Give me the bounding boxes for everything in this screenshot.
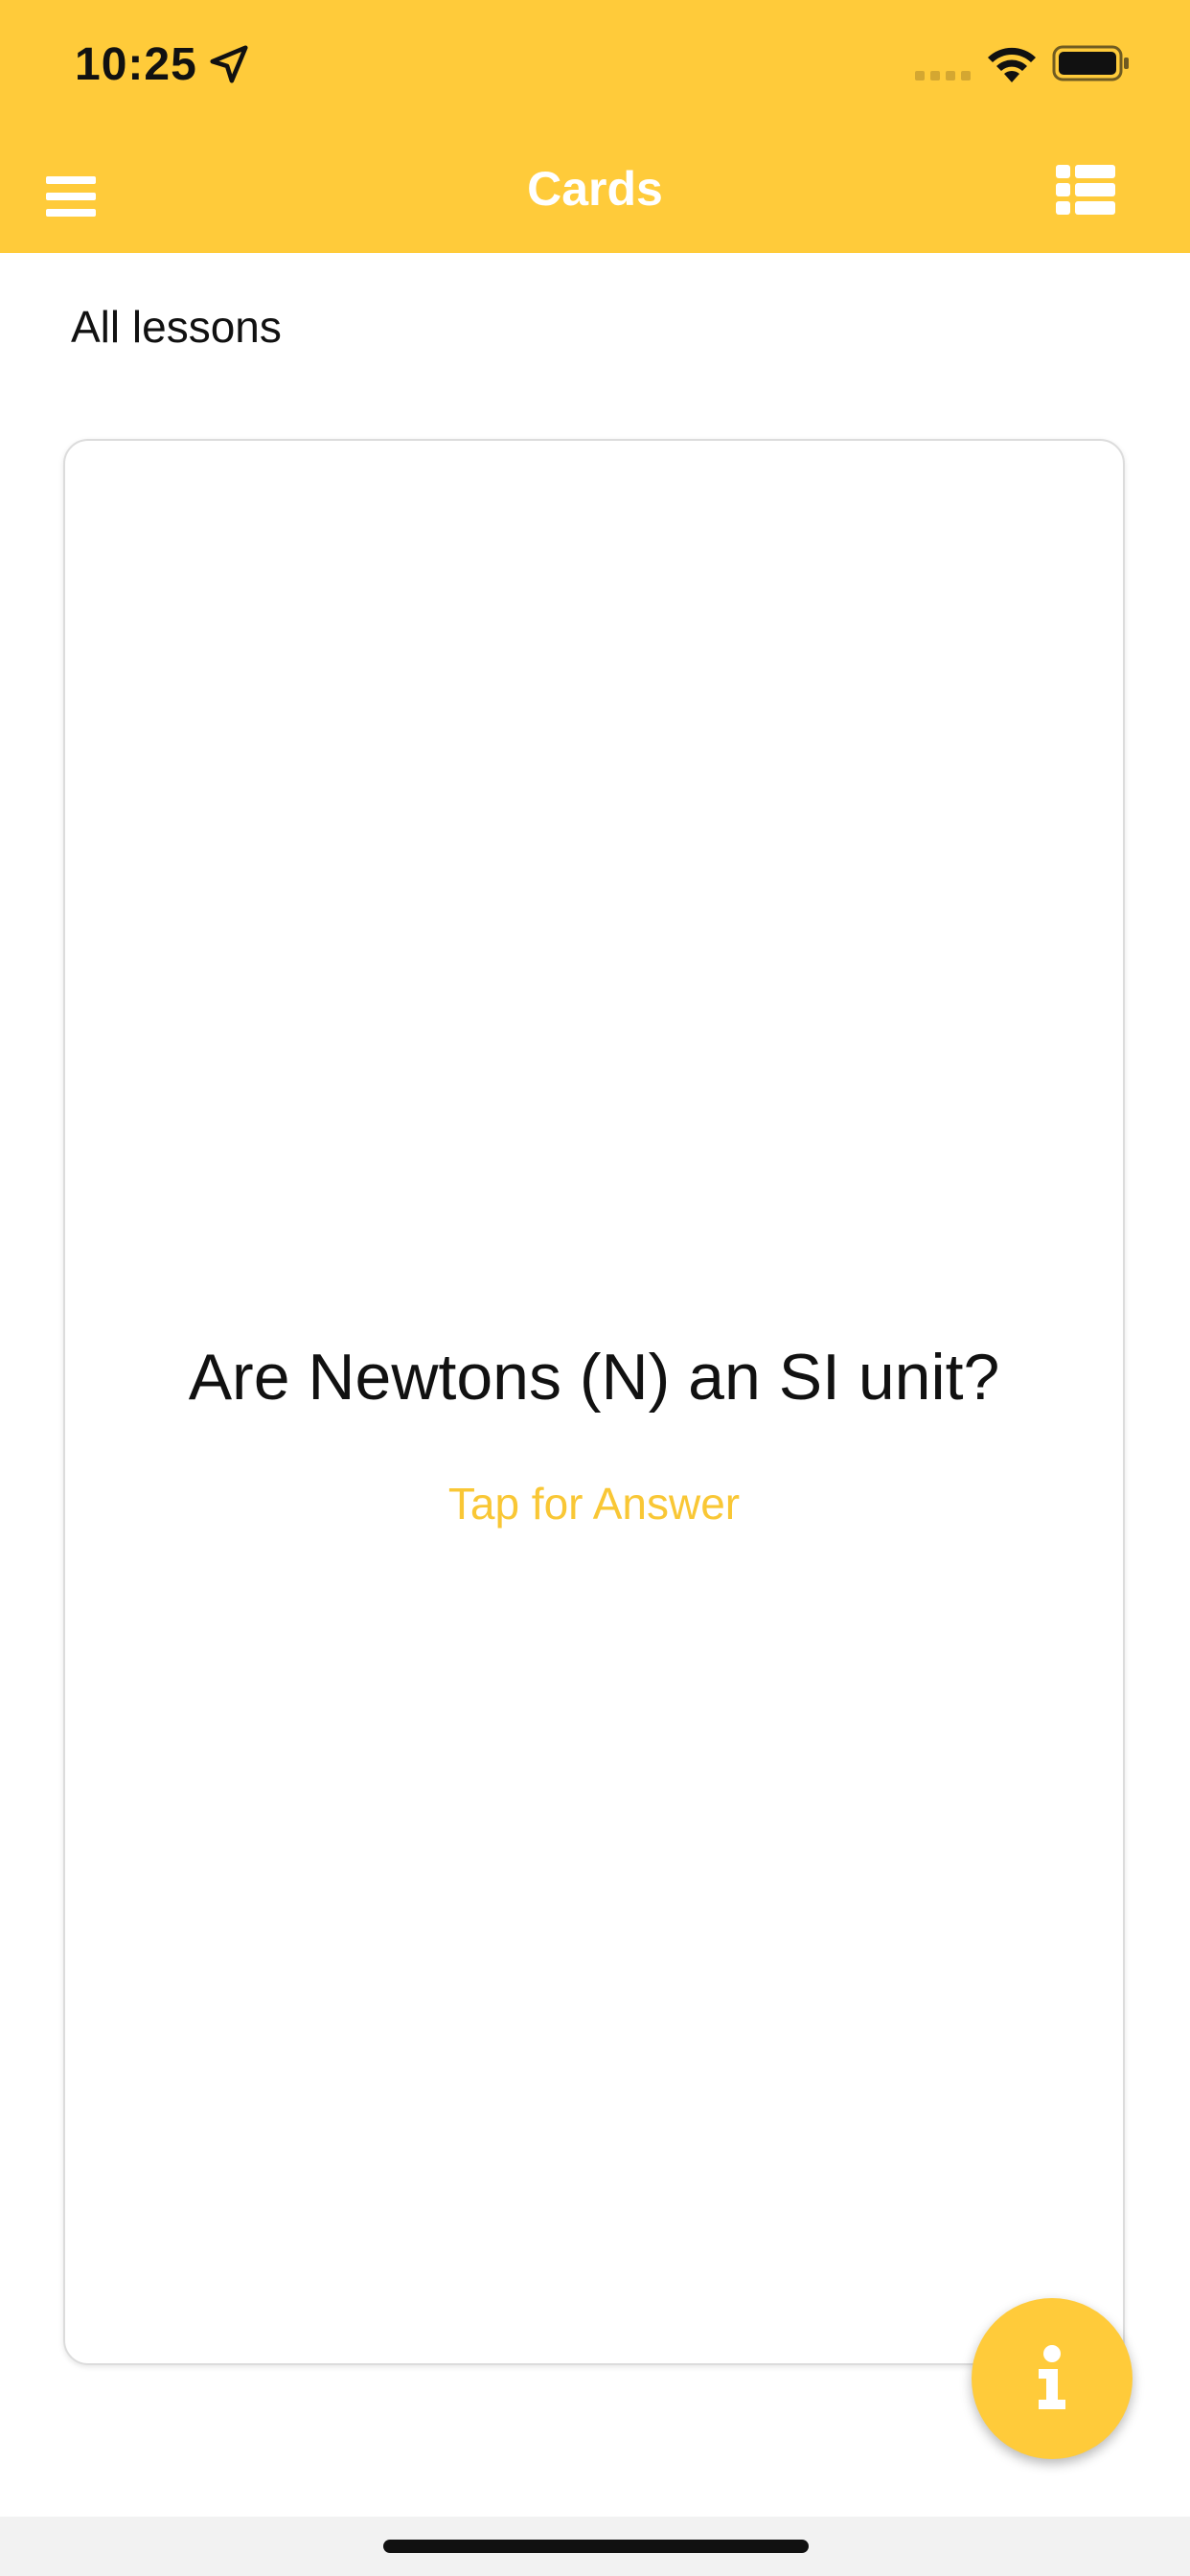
- tap-for-answer-link[interactable]: Tap for Answer: [65, 1478, 1123, 1530]
- battery-icon: [1052, 45, 1129, 81]
- home-indicator[interactable]: [383, 2540, 809, 2553]
- list-view-button[interactable]: [1054, 163, 1117, 217]
- app-header: 10:25 Cards: [0, 0, 1190, 253]
- card-question: Are Newtons (N) an SI unit?: [188, 1341, 1000, 1414]
- signal-icon: [915, 71, 971, 80]
- flash-card[interactable]: Are Newtons (N) an SI unit? Tap for Answ…: [63, 439, 1125, 2365]
- list-icon: [1056, 165, 1115, 215]
- info-icon: [1039, 2345, 1065, 2409]
- cards-screen: 10:25 Cards All lessons Are Newtons (N) …: [0, 0, 1190, 2576]
- status-time: 10:25: [75, 39, 197, 90]
- info-button[interactable]: [972, 2298, 1133, 2459]
- location-arrow-icon: [210, 45, 248, 83]
- wifi-icon: [988, 47, 1036, 82]
- page-title: Cards: [527, 162, 663, 216]
- lesson-filter-label[interactable]: All lessons: [71, 301, 282, 353]
